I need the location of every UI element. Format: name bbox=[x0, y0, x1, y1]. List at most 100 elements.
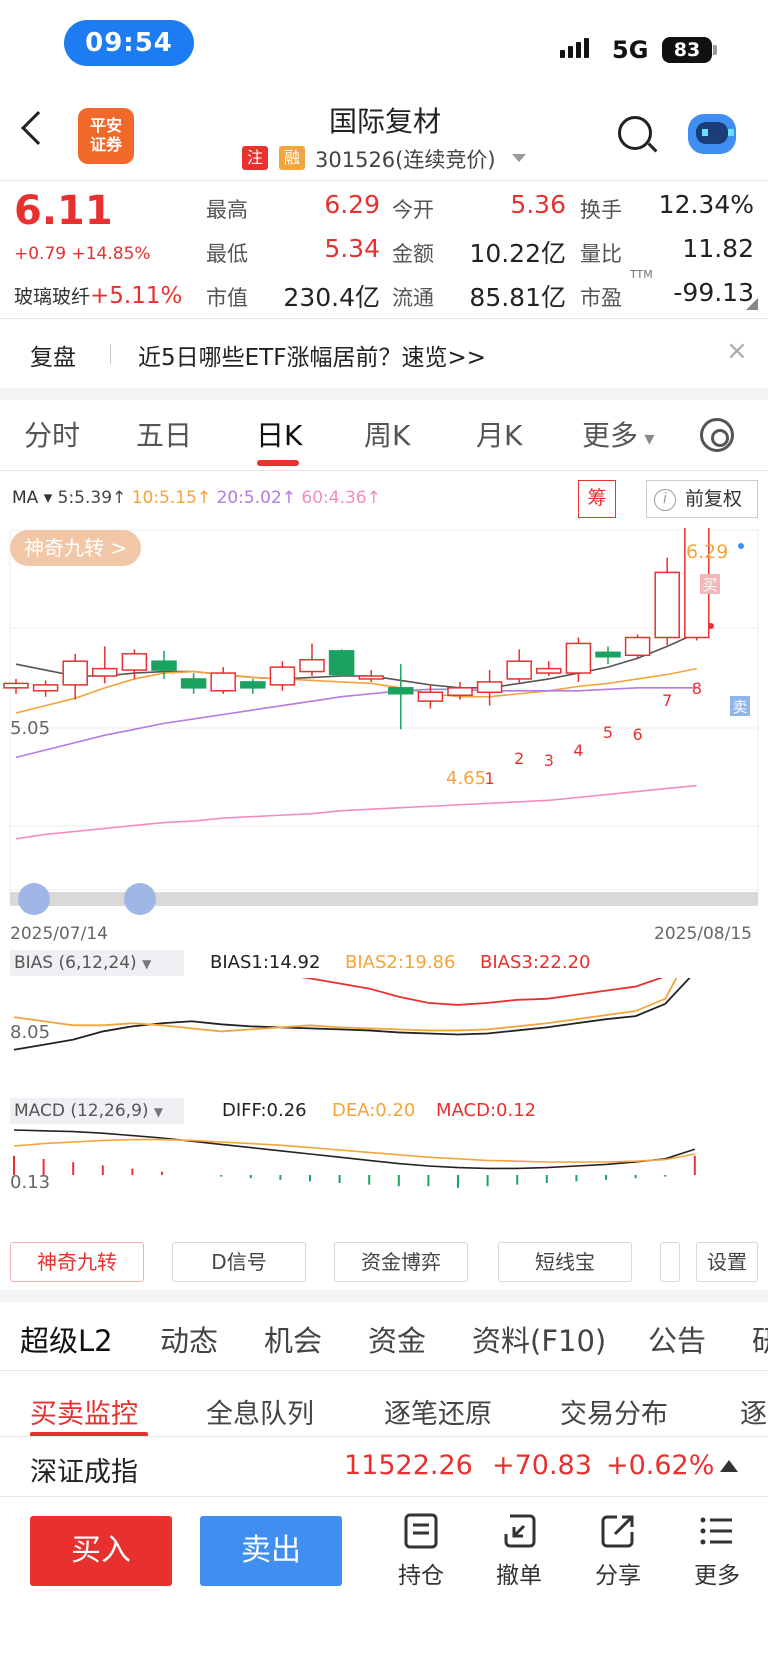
candle-body bbox=[536, 667, 562, 674]
indicator-tool-button[interactable]: D信号 bbox=[172, 1242, 306, 1282]
l2-sub-tab[interactable]: 逐笔还原 bbox=[384, 1392, 492, 1431]
sequence-label: 2 bbox=[514, 749, 524, 768]
indicator-tool-button[interactable]: 短线宝 bbox=[498, 1242, 632, 1282]
gear-icon[interactable] bbox=[700, 418, 734, 452]
macd-selector-label: MACD (12,26,9) bbox=[14, 1101, 149, 1121]
ma60-line bbox=[15, 784, 697, 840]
status-time: 09:54 bbox=[64, 20, 194, 66]
sequence-label: 6 bbox=[633, 725, 643, 744]
macd-chart[interactable]: 0.13 bbox=[0, 1126, 768, 1236]
price-change: +0.79 +14.85% bbox=[14, 244, 151, 264]
tab-1[interactable]: 五日 bbox=[136, 414, 192, 454]
divider bbox=[110, 344, 111, 364]
ma20-line bbox=[15, 687, 697, 759]
search-icon[interactable] bbox=[618, 116, 652, 150]
chevron-down-icon: ▼ bbox=[153, 1105, 164, 1119]
share-button[interactable]: 分享 bbox=[583, 1512, 653, 1590]
sector-name: 玻璃玻纤 bbox=[14, 286, 91, 308]
candle-body bbox=[269, 666, 296, 686]
magic-nine-badge[interactable]: 神奇九转 > bbox=[10, 530, 142, 566]
scroll-right-handle bbox=[124, 883, 156, 915]
share-label: 分享 bbox=[595, 1563, 641, 1589]
index-percent: +0.62% bbox=[606, 1450, 715, 1481]
index-name[interactable]: 深证成指 bbox=[30, 1450, 138, 1489]
macd-selector[interactable]: MACD (12,26,9) ▼ bbox=[10, 1098, 184, 1124]
sector-change: +5.11% bbox=[90, 283, 183, 309]
document-icon bbox=[404, 1513, 438, 1549]
battery-tip bbox=[713, 45, 717, 55]
chevron-down-icon[interactable] bbox=[512, 154, 526, 162]
info-tab[interactable]: 资料(F10) bbox=[472, 1318, 606, 1360]
index-value: 11522.26 bbox=[344, 1450, 473, 1481]
ma-label: MA ▾ bbox=[12, 488, 58, 508]
cancel-order-label: 撤单 bbox=[496, 1563, 542, 1589]
l2-sub-tab[interactable]: 买卖监控 bbox=[30, 1392, 138, 1431]
candle-body bbox=[328, 650, 355, 676]
chevron-down-icon: ▾ bbox=[638, 426, 655, 450]
bias-selector[interactable]: BIAS (6,12,24) ▼ bbox=[10, 950, 184, 976]
quote-value: 10.22亿 bbox=[469, 239, 566, 268]
info-tab[interactable]: 公告 bbox=[648, 1318, 706, 1360]
info-tab[interactable]: 超级L2 bbox=[20, 1318, 113, 1360]
stock-code-status[interactable]: 301526(连续竞价) bbox=[315, 144, 496, 174]
macd-value: MACD:0.12 bbox=[436, 1100, 537, 1121]
l2-sub-tab[interactable]: 交易分布 bbox=[560, 1392, 668, 1431]
ma-value: 5:5.39↑ bbox=[57, 488, 132, 508]
bias-chart[interactable]: 8.05 bbox=[0, 978, 768, 1088]
replay-button[interactable]: 复盘 bbox=[30, 338, 76, 372]
quote-value: 85.81亿 bbox=[469, 283, 566, 312]
macd-dea-value: DEA:0.20 bbox=[332, 1100, 416, 1121]
more-label: 更多 bbox=[694, 1563, 740, 1589]
buy-button[interactable]: 买入 bbox=[30, 1516, 172, 1586]
expand-up-icon[interactable] bbox=[720, 1460, 738, 1472]
indicator-tool-button[interactable] bbox=[660, 1242, 680, 1282]
info-tab[interactable]: 动态 bbox=[160, 1318, 218, 1360]
divider bbox=[0, 470, 768, 471]
chip-distribution-button[interactable]: 筹 bbox=[578, 480, 616, 518]
indicator-tool-button[interactable]: 神奇九转 bbox=[10, 1242, 144, 1282]
scroll-bar bbox=[10, 892, 758, 906]
tab-4[interactable]: 月K bbox=[476, 414, 522, 454]
indicator-tool-button[interactable]: 设置 bbox=[696, 1242, 758, 1282]
info-icon[interactable]: i bbox=[654, 489, 676, 511]
divider bbox=[0, 1496, 768, 1497]
sequence-label: 4 bbox=[573, 741, 583, 760]
bias3-value: BIAS3:22.20 bbox=[480, 952, 591, 973]
promo-banner-link[interactable]: 近5日哪些ETF涨幅居前？速览>> bbox=[138, 338, 486, 372]
back-icon[interactable] bbox=[21, 111, 55, 145]
bias3-line bbox=[300, 978, 664, 1006]
stock-name[interactable]: 国际复材 bbox=[260, 100, 510, 140]
candle-body bbox=[654, 571, 680, 639]
quote-value: 230.4亿 bbox=[283, 283, 380, 312]
tab-2[interactable]: 日K bbox=[256, 414, 302, 454]
candle-body bbox=[565, 642, 592, 674]
bias2-value: BIAS2:19.86 bbox=[345, 952, 456, 973]
more-button[interactable]: 更多 bbox=[682, 1512, 752, 1590]
l2-sub-tab[interactable]: 逐 bbox=[740, 1392, 767, 1431]
holdings-label: 持仓 bbox=[398, 1563, 444, 1589]
sell-button[interactable]: 卖出 bbox=[200, 1516, 342, 1586]
sector-info[interactable]: 玻璃玻纤+5.11% bbox=[14, 282, 182, 309]
active-tab-indicator bbox=[257, 460, 299, 466]
candle-body bbox=[447, 687, 473, 696]
ai-assistant-icon[interactable] bbox=[688, 114, 736, 154]
divider bbox=[0, 1370, 768, 1371]
info-tab[interactable]: 研 bbox=[752, 1318, 768, 1360]
sequence-label: 7 bbox=[662, 691, 672, 710]
broker-logo: 平安 证券 bbox=[78, 108, 134, 164]
scroll-left-handle bbox=[18, 883, 50, 915]
cancel-order-button[interactable]: 撤单 bbox=[484, 1512, 554, 1590]
tab-0[interactable]: 分时 bbox=[24, 414, 80, 454]
close-icon[interactable]: × bbox=[726, 336, 748, 366]
info-tab[interactable]: 机会 bbox=[264, 1318, 322, 1360]
holdings-button[interactable]: 持仓 bbox=[386, 1512, 456, 1590]
tab-3[interactable]: 周K bbox=[364, 414, 410, 454]
l2-sub-tab[interactable]: 全息队列 bbox=[206, 1392, 314, 1431]
info-tab[interactable]: 资金 bbox=[368, 1318, 426, 1360]
section-separator bbox=[0, 1290, 768, 1302]
ma-legend[interactable]: MA ▾ 5:5.39↑ 10:5.15↑ 20:5.02↑ 60:4.36↑ bbox=[12, 488, 381, 508]
macd-axis-label: 0.13 bbox=[10, 1172, 50, 1193]
high-price-label: 6.29 bbox=[686, 541, 728, 563]
indicator-tool-button[interactable]: 资金博弈 bbox=[334, 1242, 468, 1282]
tab-5[interactable]: 更多 ▾ bbox=[582, 414, 654, 454]
